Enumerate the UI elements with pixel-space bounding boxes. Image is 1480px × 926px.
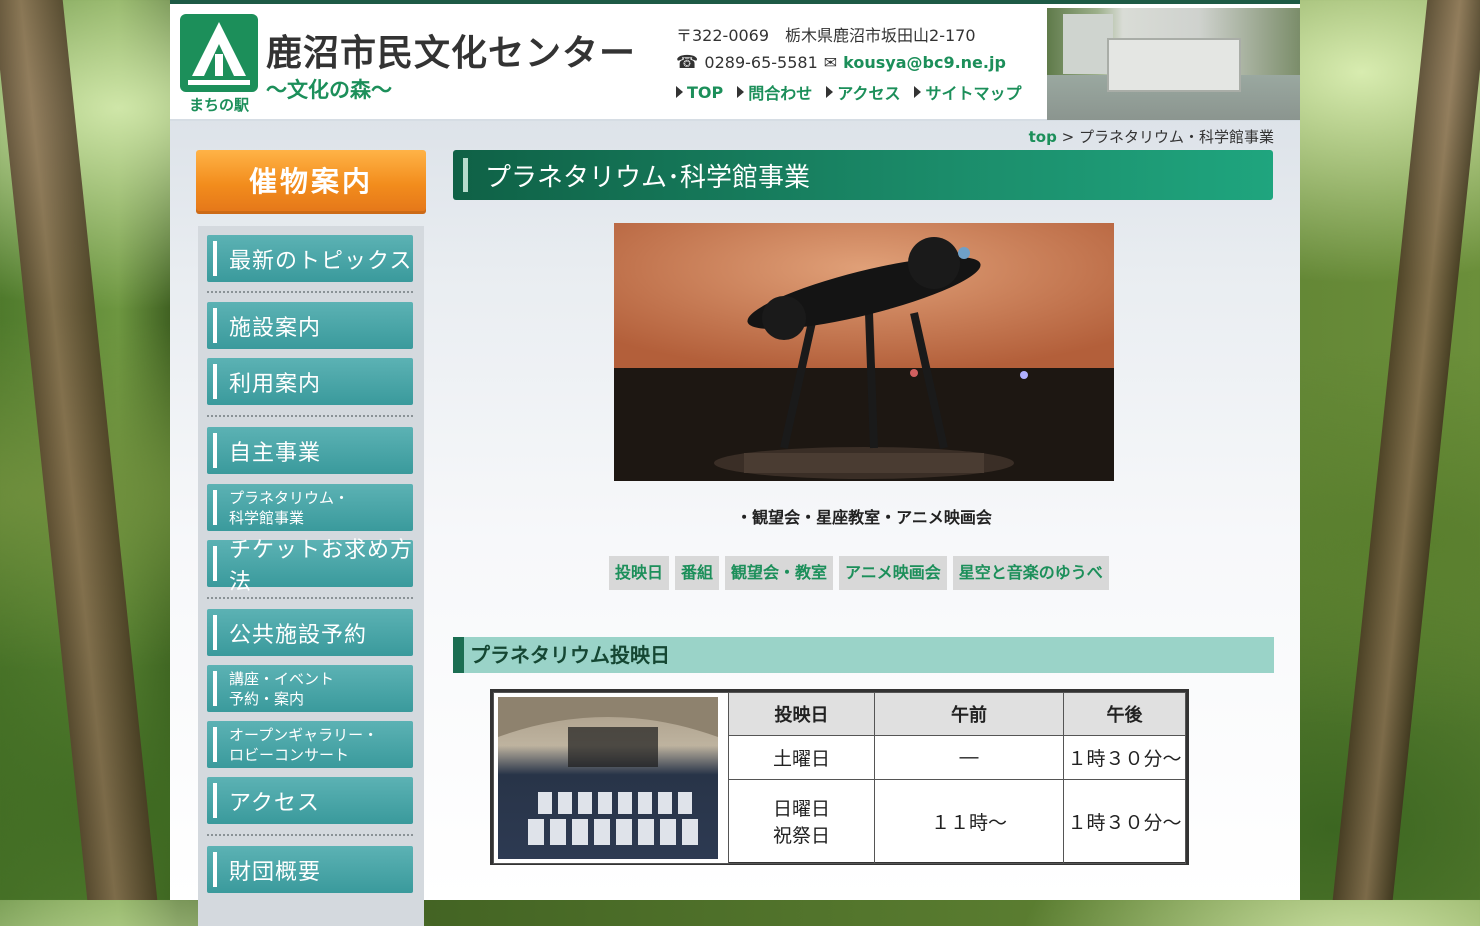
breadcrumb-separator: > <box>1061 128 1075 146</box>
building-photo <box>1047 8 1300 120</box>
contact-info: ☎ 0289-65-5581 ✉ kousya@bc9.ne.jp <box>676 52 1006 73</box>
nav-label: 問合わせ <box>748 84 813 103</box>
sidebar-item-facilities[interactable]: 施設案内 <box>207 302 413 349</box>
section-heading: プラネタリウム投映日 <box>453 637 1274 673</box>
mail-icon: ✉ <box>823 53 838 72</box>
divider <box>207 291 413 293</box>
section-tabs: 投映日 番組 観望会・教室 アニメ映画会 星空と音楽のゆうべ <box>609 556 1109 590</box>
column-header-am: 午前 <box>874 692 1064 736</box>
am-cell: １１時～ <box>874 778 1064 865</box>
tab-starry-music-evening[interactable]: 星空と音楽のゆうべ <box>952 556 1109 590</box>
am-cell: ― <box>874 734 1064 780</box>
top-navigation: TOP 問合わせ アクセス サイトマップ <box>676 80 1021 104</box>
nav-contact-link[interactable]: 問合わせ <box>737 80 812 104</box>
breadcrumb-current: プラネタリウム・科学館事業 <box>1078 128 1274 146</box>
planetarium-seating-photo <box>493 692 729 864</box>
arrow-right-icon <box>914 86 922 98</box>
schedule-table: 投映日 午前 午後 土曜日 ― １時３０分～ 日曜日 祝祭日 １１時～ １時３０… <box>490 689 1189 865</box>
nav-top-link[interactable]: TOP <box>676 80 723 104</box>
sidebar-heading: 催物案内 <box>196 150 426 214</box>
day-cell: 土曜日 <box>728 734 875 780</box>
nav-access-link[interactable]: アクセス <box>826 80 900 104</box>
sidebar-item-foundation[interactable]: 財団概要 <box>207 846 413 893</box>
divider <box>207 834 413 836</box>
pm-cell: １時３０分～ <box>1063 734 1186 780</box>
logo-mark-icon <box>180 14 258 92</box>
nav-sitemap-link[interactable]: サイトマップ <box>914 80 1021 104</box>
sidebar-item-usage[interactable]: 利用案内 <box>207 358 413 405</box>
tab-screening-days[interactable]: 投映日 <box>609 556 670 590</box>
divider <box>207 597 413 599</box>
column-header-pm: 午後 <box>1063 692 1186 736</box>
tab-anime-films[interactable]: アニメ映画会 <box>839 556 947 590</box>
arrow-right-icon <box>676 86 683 98</box>
sidebar-item-topics[interactable]: 最新のトピックス <box>207 235 413 282</box>
arrow-right-icon <box>826 86 834 98</box>
sidebar-item-courses[interactable]: 講座・イベント 予約・案内 <box>207 665 413 712</box>
nav-label: サイトマップ <box>925 84 1022 103</box>
site-tagline: ～文化の森～ <box>266 78 392 102</box>
phone-icon: ☎ <box>676 52 699 73</box>
column-header-day: 投映日 <box>728 692 875 736</box>
pm-cell: １時３０分～ <box>1063 778 1186 865</box>
site-logo[interactable]: まちの駅 <box>180 14 258 114</box>
logo-caption: まちの駅 <box>188 96 249 114</box>
site-header: まちの駅 鹿沼市民文化センター ～文化の森～ 〒322-0069 栃木県鹿沼市坂… <box>170 4 1300 121</box>
breadcrumb-home-link[interactable]: top <box>1029 128 1057 146</box>
sidebar-menu: 最新のトピックス 施設案内 利用案内 自主事業 プラネタリウム・ 科学館事業 チ… <box>198 226 424 926</box>
sidebar-item-access[interactable]: アクセス <box>207 777 413 824</box>
sidebar-item-planetarium[interactable]: プラネタリウム・ 科学館事業 <box>207 484 413 531</box>
email-link[interactable]: kousya@bc9.ne.jp <box>843 53 1006 72</box>
arrow-right-icon <box>737 86 745 98</box>
page-title: プラネタリウム･科学館事業 <box>453 150 1273 200</box>
day-cell: 日曜日 祝祭日 <box>728 778 875 865</box>
sidebar-item-tickets[interactable]: チケットお求め方法 <box>207 538 413 595</box>
page-container: まちの駅 鹿沼市民文化センター ～文化の森～ 〒322-0069 栃木県鹿沼市坂… <box>170 0 1300 926</box>
background-tree-trunk <box>0 0 158 900</box>
address: 〒322-0069 栃木県鹿沼市坂田山2-170 <box>676 26 976 45</box>
nav-label: TOP <box>687 82 724 102</box>
phone-number: 0289-65-5581 <box>704 53 818 72</box>
tab-observation-classes[interactable]: 観望会・教室 <box>725 556 834 590</box>
nav-label: アクセス <box>837 84 901 103</box>
sidebar-item-facility-reservation[interactable]: 公共施設予約 <box>207 609 413 656</box>
tab-programs[interactable]: 番組 <box>675 556 720 590</box>
sidebar-item-gallery[interactable]: オープンギャラリー・ ロビーコンサート <box>207 721 413 768</box>
divider <box>207 415 413 417</box>
breadcrumb: top > プラネタリウム・科学館事業 <box>1029 126 1274 147</box>
planetarium-projector-photo <box>614 223 1114 481</box>
sidebar-item-own-events[interactable]: 自主事業 <box>207 427 413 474</box>
background-tree-trunk <box>1332 0 1480 900</box>
hero-caption: ・観望会・星座教室・アニメ映画会 <box>736 508 992 527</box>
site-title: 鹿沼市民文化センター <box>266 33 637 74</box>
